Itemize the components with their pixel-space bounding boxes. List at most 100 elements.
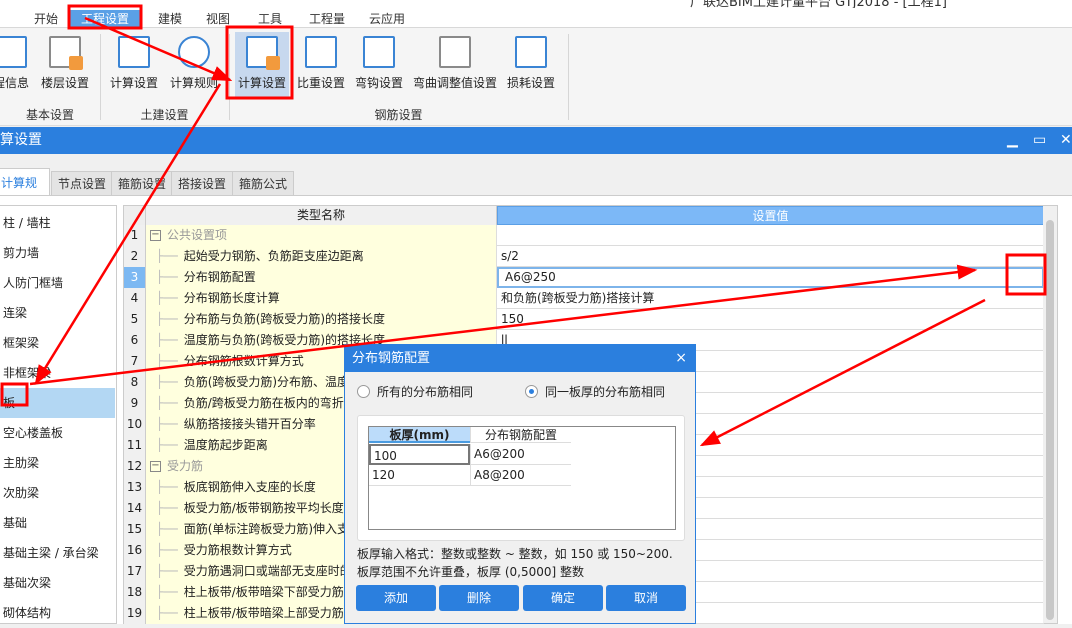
tab-cloud[interactable]: 云应用: [362, 10, 412, 28]
sidebar-item[interactable]: 空心楼盖板: [0, 418, 115, 448]
table-row[interactable]: 5 ├── 分布筋与负筋(跨板受力筋)的搭接长度 150: [124, 309, 1044, 330]
row-number: 15: [124, 519, 146, 540]
tab-modeling[interactable]: 建模: [150, 10, 190, 28]
table-row[interactable]: 2 ├── 起始受力钢筋、负筋距支座边距离 s/2: [124, 246, 1044, 267]
sidebar-item[interactable]: 框架梁: [0, 328, 115, 358]
sidebar-item[interactable]: 基础主梁 / 承台梁: [0, 538, 115, 568]
thickness-table: 板厚(mm) 分布钢筋配置 100 A6@200 120 A8@200: [368, 426, 676, 530]
cancel-button[interactable]: 取消: [606, 585, 686, 611]
setting-label: 负筋/跨板受力筋在板内的弯折长: [183, 396, 356, 410]
tab-stirrup-formula[interactable]: 箍筋公式: [232, 171, 295, 195]
tree-line: ├──: [156, 396, 178, 410]
setting-label: 柱上板带/板带暗梁下部受力筋伸: [183, 585, 356, 599]
maximize-icon[interactable]: ▭: [1033, 127, 1046, 154]
sidebar-item[interactable]: 主肋梁: [0, 448, 115, 478]
grid-header: 类型名称 设置值: [124, 206, 1044, 225]
sidebar-item[interactable]: 基础: [0, 508, 115, 538]
setting-value[interactable]: 150: [497, 309, 1044, 330]
rebar-cell[interactable]: A8@200: [470, 465, 571, 486]
sidebar-item[interactable]: 基础次梁: [0, 568, 115, 598]
sidebar-item[interactable]: 剪力墙: [0, 238, 115, 268]
row-number: 6: [124, 330, 146, 351]
scrollbar-thumb[interactable]: [1046, 220, 1054, 620]
bend-adjust-settings-button[interactable]: 弯曲调整值设置: [410, 32, 500, 98]
radio-same-thickness[interactable]: 同一板厚的分布筋相同: [525, 383, 665, 400]
setting-value[interactable]: 和负筋(跨板受力筋)搭接计算: [497, 288, 1044, 309]
tab-node-settings[interactable]: 节点设置: [51, 171, 114, 195]
setting-label: 起始受力钢筋、负筋距支座边距离: [183, 249, 364, 263]
thickness-cell[interactable]: 100: [369, 444, 470, 465]
setting-value[interactable]: A6@250···: [497, 267, 1044, 288]
thickness-cell[interactable]: 120: [369, 465, 470, 486]
row-number: 18: [124, 582, 146, 603]
tab-lap-settings[interactable]: 搭接设置: [171, 171, 234, 195]
project-info-button[interactable]: 程信息: [0, 32, 34, 98]
column-header-rebar[interactable]: 分布钢筋配置: [470, 427, 571, 443]
collapse-icon[interactable]: −: [150, 461, 161, 472]
range-hint: 板厚范围不允许重叠，板厚 (0,5000] 整数: [357, 565, 584, 579]
row-number: 12: [124, 456, 146, 477]
row-number: 19: [124, 603, 146, 624]
tree-line: ├──: [156, 522, 178, 536]
calc-rules-button[interactable]: 计算规则: [166, 32, 222, 98]
sidebar-item[interactable]: 非框架梁: [0, 358, 115, 388]
tab-project-settings[interactable]: 工程设置: [70, 10, 140, 28]
collapse-icon[interactable]: −: [150, 230, 161, 241]
sidebar-item[interactable]: 人防门框墙: [0, 268, 115, 298]
tree-line: ├──: [156, 291, 178, 305]
density-settings-button[interactable]: 比重设置: [294, 32, 348, 98]
minimize-icon[interactable]: ▁: [1007, 127, 1018, 154]
setting-label: 受力筋根数计算方式: [183, 543, 292, 557]
radio-selected-icon[interactable]: [525, 385, 538, 398]
radio-icon[interactable]: [357, 385, 370, 398]
column-header-thickness[interactable]: 板厚(mm): [369, 427, 470, 443]
settings-tabs: 计算规则 节点设置 箍筋设置 搭接设置 箍筋公式: [0, 168, 1072, 218]
setting-value[interactable]: s/2: [497, 246, 1044, 267]
tab-start[interactable]: 开始: [26, 10, 66, 28]
rebar-cell[interactable]: A6@200: [470, 444, 571, 465]
column-header-name[interactable]: 类型名称: [146, 206, 497, 225]
loss-settings-button[interactable]: 损耗设置: [504, 32, 558, 98]
table-row[interactable]: 4 ├── 分布钢筋长度计算 和负筋(跨板受力筋)搭接计算: [124, 288, 1044, 309]
tab-calc-rules[interactable]: 计算规则: [0, 168, 50, 218]
ribbon: 程信息 楼层设置 计算设置 计算规则 计算设置 比重设置 弯钩设置 弯曲调整值设…: [0, 28, 1072, 126]
sidebar-item[interactable]: 板: [0, 388, 115, 418]
close-icon[interactable]: ✕: [1060, 127, 1072, 154]
calculator-icon: [118, 36, 150, 68]
floor-settings-button[interactable]: 楼层设置: [38, 32, 92, 98]
sidebar-item[interactable]: 次肋梁: [0, 478, 115, 508]
ok-button[interactable]: 确定: [523, 585, 603, 611]
row-number: 5: [124, 309, 146, 330]
table-row[interactable]: 3 ├── 分布钢筋配置 A6@250···: [124, 267, 1044, 288]
rebar-calc-settings-button[interactable]: 计算设置: [235, 32, 289, 98]
row-number: 17: [124, 561, 146, 582]
column-header-value[interactable]: 设置值: [497, 206, 1044, 225]
sidebar-item[interactable]: 连梁: [0, 298, 115, 328]
tab-stirrup-settings[interactable]: 箍筋设置: [111, 171, 174, 195]
ribbon-tabs: 开始 工程设置 建模 视图 工具 工程量 云应用: [0, 8, 1072, 28]
value-text: s/2: [501, 249, 519, 263]
sidebar-item[interactable]: 柱 / 墙柱: [0, 208, 115, 238]
setting-label: 板受力筋/板带钢筋按平均长度计: [183, 501, 356, 515]
setting-name: − 公共设置项: [146, 225, 497, 246]
tree-line: ├──: [156, 564, 178, 578]
close-icon[interactable]: ×: [675, 345, 687, 372]
radio-all-same[interactable]: 所有的分布筋相同: [357, 383, 473, 400]
hook-settings-button[interactable]: 弯钩设置: [352, 32, 406, 98]
civil-calc-settings-button[interactable]: 计算设置: [106, 32, 162, 98]
delete-button[interactable]: 删除: [439, 585, 519, 611]
value-text: A6@250: [505, 270, 556, 284]
row-number: 2: [124, 246, 146, 267]
row-number: 13: [124, 477, 146, 498]
add-button[interactable]: 添加: [356, 585, 436, 611]
setting-name: ├── 分布钢筋长度计算: [146, 288, 497, 309]
tree-line: ├──: [156, 354, 178, 368]
setting-value[interactable]: [497, 225, 1044, 246]
tab-quantities[interactable]: 工程量: [302, 10, 352, 28]
tab-view[interactable]: 视图: [198, 10, 238, 28]
floor-settings-icon: [49, 36, 83, 70]
tab-tools[interactable]: 工具: [250, 10, 290, 28]
vertical-scrollbar[interactable]: [1043, 206, 1057, 623]
calculator-icon: [246, 36, 280, 70]
table-row[interactable]: 1− 公共设置项: [124, 225, 1044, 246]
